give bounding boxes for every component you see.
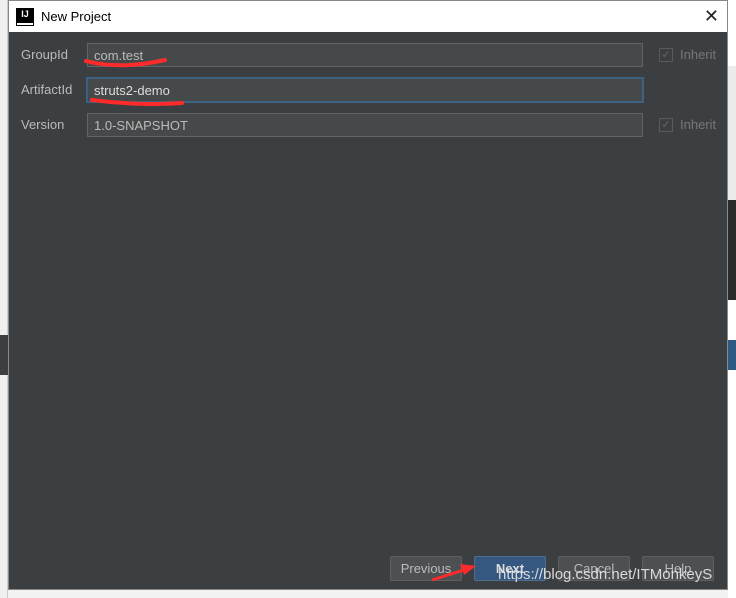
previous-button[interactable]: Previous (390, 556, 462, 581)
version-inherit-label: Inherit (680, 117, 717, 132)
artifact-id-row: ArtifactId struts2-demo (9, 78, 727, 102)
background-editor (728, 200, 736, 300)
group-id-inherit-label: Inherit (680, 47, 717, 62)
background-panel (728, 66, 736, 202)
background-selection (728, 340, 736, 370)
group-id-inherit-checkbox[interactable]: ✓ (659, 48, 673, 62)
background-window-left (0, 0, 8, 598)
background-window-right (728, 0, 736, 598)
artifact-id-label: ArtifactId (21, 82, 73, 97)
version-input[interactable]: 1.0-SNAPSHOT (87, 113, 643, 137)
group-id-row: GroupId com.test ✓ Inherit (9, 43, 727, 67)
intellij-logo-icon: IJ (16, 7, 34, 26)
version-row: Version 1.0-SNAPSHOT ✓ Inherit (9, 113, 727, 137)
artifact-id-input[interactable]: struts2-demo (87, 78, 643, 102)
title-bar: IJ New Project ✕ (9, 1, 727, 32)
version-inherit-checkbox[interactable]: ✓ (659, 118, 673, 132)
dialog-title: New Project (41, 9, 112, 24)
group-id-label: GroupId (21, 47, 68, 62)
new-project-dialog: IJ New Project ✕ GroupId com.test ✓ Inhe… (8, 0, 728, 590)
version-label: Version (21, 117, 65, 132)
background-band (0, 335, 8, 375)
group-id-input[interactable]: com.test (87, 43, 643, 67)
watermark: https://blog.csdn.net/ITMonkeyS (498, 566, 713, 583)
close-icon[interactable]: ✕ (704, 6, 719, 27)
